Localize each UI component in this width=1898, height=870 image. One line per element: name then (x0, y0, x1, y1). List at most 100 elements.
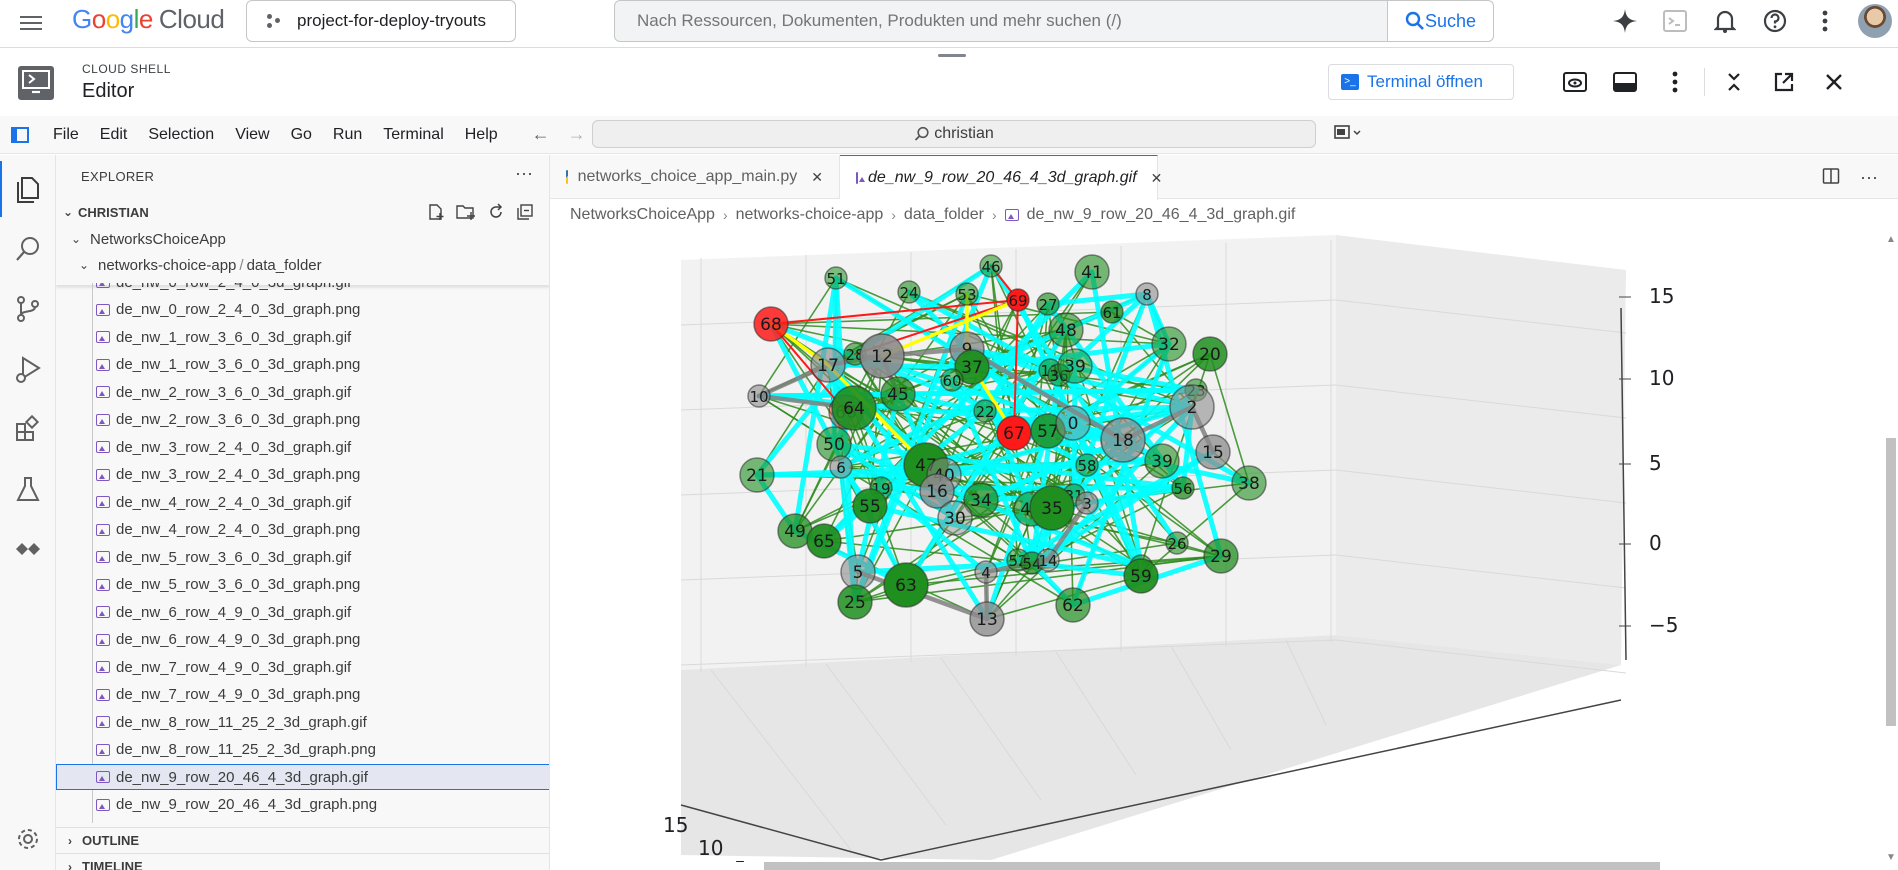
image-file-icon (96, 496, 110, 508)
file-item[interactable]: de_nw_1_row_3_6_0_3d_graph.gif (56, 324, 549, 350)
file-item[interactable]: de_nw_9_row_20_46_4_3d_graph.png (56, 792, 549, 818)
menu-edit[interactable]: Edit (92, 126, 136, 144)
search-icon[interactable] (0, 221, 56, 277)
breadcrumb-item[interactable]: data_folder (904, 206, 984, 224)
graph-node-label: 35 (1041, 499, 1063, 519)
tab-networks-choice-app-main[interactable]: networks_choice_app_main.py ✕ (550, 155, 840, 199)
scroll-up-arrow-icon[interactable]: ▲ (1886, 234, 1896, 245)
file-item[interactable]: de_nw_5_row_3_6_0_3d_graph.png (56, 572, 549, 598)
close-icon[interactable] (1809, 62, 1859, 102)
graph-node-label: 25 (844, 593, 866, 613)
workspace-name: CHRISTIAN (78, 204, 149, 220)
horizontal-scrollbar-thumb[interactable] (764, 862, 1660, 870)
web-preview-icon[interactable] (1550, 62, 1600, 102)
file-item[interactable]: de_nw_1_row_3_6_0_3d_graph.png (56, 352, 549, 378)
settings-gear-icon[interactable] (0, 811, 56, 867)
z-tick-label: −5 (1649, 613, 1678, 637)
scrollbar-thumb[interactable] (1886, 438, 1896, 726)
menu-go[interactable]: Go (283, 126, 320, 144)
close-icon[interactable]: ✕ (811, 169, 823, 186)
close-icon[interactable]: ✕ (1151, 170, 1163, 187)
file-item[interactable]: de_nw_7_row_4_9_0_3d_graph.png (56, 682, 549, 708)
outline-section[interactable]: › OUTLINE (56, 827, 549, 853)
file-item[interactable]: de_nw_3_row_2_4_0_3d_graph.png (56, 462, 549, 488)
source-control-icon[interactable] (0, 281, 56, 337)
file-item[interactable]: de_nw_6_row_4_9_0_3d_graph.png (56, 627, 549, 653)
file-item[interactable]: de_nw_5_row_3_6_0_3d_graph.gif (56, 544, 549, 570)
image-file-icon (96, 331, 110, 343)
command-center-text: christian (934, 125, 994, 142)
back-arrow-icon[interactable]: ← (532, 124, 550, 145)
graph-node-label: 27 (1038, 296, 1057, 314)
command-center[interactable]: christian (592, 120, 1316, 148)
refresh-icon[interactable] (487, 203, 505, 225)
search-button[interactable]: Suche (1387, 1, 1493, 41)
notifications-bell-icon[interactable] (1700, 0, 1750, 42)
project-selector[interactable]: project-for-deploy-tryouts (246, 0, 516, 42)
breadcrumb-item[interactable]: networks-choice-app (736, 206, 884, 224)
scroll-down-arrow-icon[interactable]: ▼ (1886, 852, 1896, 863)
run-debug-icon[interactable] (0, 341, 56, 397)
gemini-icon[interactable] (1600, 0, 1650, 42)
breadcrumb: NetworksChoiceApp › networks-choice-app … (570, 204, 1295, 226)
graph-node-label: 41 (1081, 263, 1103, 283)
explorer-more-icon[interactable]: ··· (515, 163, 533, 184)
vertical-scrollbar[interactable]: ▲ ▼ (1882, 230, 1898, 870)
menu-run[interactable]: Run (325, 126, 370, 144)
z-tick-label: 0 (1649, 531, 1662, 555)
file-item[interactable]: de_nw_8_row_11_25_2_3d_graph.gif (56, 709, 549, 735)
file-item[interactable]: de_nw_0_row_2_4_0_3d_graph.png (56, 297, 549, 323)
panel-drag-handle[interactable] (938, 54, 966, 57)
user-avatar[interactable] (1858, 4, 1892, 38)
main-menu-icon[interactable] (20, 12, 44, 36)
network-3d-graph-image[interactable]: 5124465369274186168281217948322037113639… (551, 230, 1881, 862)
file-item[interactable]: de_nw_9_row_20_46_4_3d_graph.gif (56, 764, 549, 790)
more-actions-icon[interactable]: ··· (1860, 167, 1878, 190)
explorer-icon[interactable] (0, 161, 56, 217)
file-item[interactable]: de_nw_8_row_11_25_2_3d_graph.png (56, 737, 549, 763)
folder-data-folder[interactable]: ⌄ networks-choice-app / data_folder (56, 252, 549, 278)
file-item[interactable]: de_nw_7_row_4_9_0_3d_graph.gif (56, 654, 549, 680)
open-in-new-window-icon[interactable] (1759, 62, 1809, 102)
new-file-icon[interactable] (427, 203, 445, 225)
editor-logo-icon[interactable] (0, 116, 40, 154)
collapse-all-icon[interactable] (516, 203, 534, 225)
breadcrumb-item[interactable]: de_nw_9_row_20_46_4_3d_graph.gif (1027, 206, 1296, 224)
menu-help[interactable]: Help (457, 126, 506, 144)
toggle-panel-icon[interactable] (1600, 62, 1650, 102)
file-item[interactable]: de_nw_3_row_2_4_0_3d_graph.gif (56, 434, 549, 460)
file-item[interactable]: de_nw_0_row_2_4_0_3d_graph.gif (56, 283, 549, 295)
file-item[interactable]: de_nw_2_row_3_6_0_3d_graph.png (56, 407, 549, 433)
image-file-icon (1004, 209, 1019, 221)
split-editor-icon[interactable] (1822, 167, 1840, 190)
search-input[interactable] (615, 1, 1385, 41)
folder-networkschoiceapp[interactable]: ⌄ NetworksChoiceApp (56, 226, 549, 252)
cloud-shell-icon[interactable] (1650, 0, 1700, 42)
extensions-icon[interactable] (0, 401, 56, 457)
menu-selection[interactable]: Selection (140, 126, 222, 144)
breadcrumb-item[interactable]: NetworksChoiceApp (570, 206, 715, 224)
layout-options-icon[interactable] (1334, 124, 1364, 147)
file-item[interactable]: de_nw_6_row_4_9_0_3d_graph.gif (56, 599, 549, 625)
testing-flask-icon[interactable] (0, 461, 56, 517)
forward-arrow-icon[interactable]: → (568, 124, 586, 145)
cloud-code-icon[interactable] (0, 521, 56, 577)
menu-file[interactable]: File (45, 126, 87, 144)
menu-terminal[interactable]: Terminal (375, 126, 451, 144)
help-icon[interactable] (1750, 0, 1800, 42)
minimize-icon[interactable] (1709, 62, 1759, 102)
google-cloud-logo[interactable]: Google Cloud (72, 4, 225, 35)
search-bar: Suche (614, 0, 1494, 42)
tab-graph-gif[interactable]: de_nw_9_row_20_46_4_3d_graph.gif ✕ (840, 155, 1162, 200)
more-vert-icon[interactable] (1800, 0, 1850, 42)
image-file-icon (96, 661, 110, 673)
workspace-header[interactable]: ⌄ CHRISTIAN (56, 199, 549, 225)
file-item[interactable]: de_nw_4_row_2_4_0_3d_graph.png (56, 517, 549, 543)
new-folder-icon[interactable] (456, 203, 476, 225)
more-options-icon[interactable] (1650, 62, 1700, 102)
file-item[interactable]: de_nw_4_row_2_4_0_3d_graph.gif (56, 489, 549, 515)
file-item[interactable]: de_nw_2_row_3_6_0_3d_graph.gif (56, 379, 549, 405)
menu-view[interactable]: View (227, 126, 277, 144)
open-terminal-button[interactable]: >_ Terminal öffnen (1328, 64, 1514, 100)
timeline-section[interactable]: › TIMELINE (56, 853, 549, 870)
